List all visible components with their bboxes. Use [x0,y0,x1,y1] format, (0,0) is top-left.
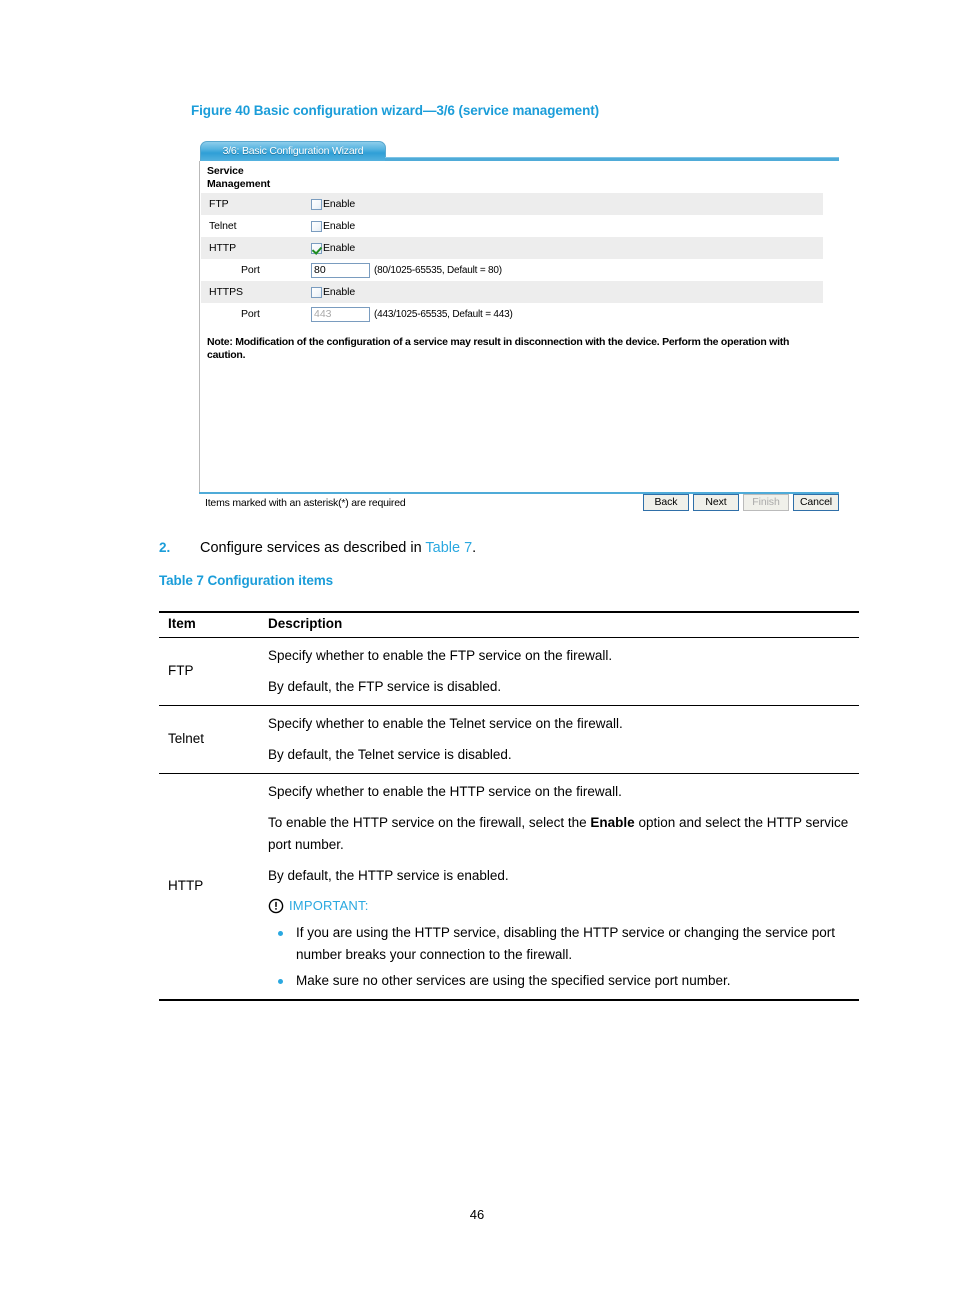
row-description-telnet: Specify whether to enable the Telnet ser… [264,705,859,774]
http-desc-line-3: By default, the HTTP service is enabled. [268,867,509,883]
http-port-input[interactable] [311,262,370,278]
wizard-footer: Items marked with an asterisk(*) are req… [199,494,839,514]
http-enable-label: Enable [323,242,356,254]
table-header-row: Item Description [159,611,859,638]
column-header-item: Item [159,611,264,638]
next-button[interactable]: Next [693,494,739,511]
step-xref-table-7[interactable]: Table 7 [425,540,472,556]
form-row-ftp: FTP Enable [201,193,823,215]
row-label-telnet: Telnet [209,220,237,232]
table-row: FTP Specify whether to enable the FTP se… [159,637,859,706]
row-control-http-port: (80/1025-65535, Default = 80) [311,262,502,278]
form-row-https: HTTPS Enable [201,281,823,303]
row-control-https: Enable [311,286,355,298]
section-title-service-management: Service Management [207,165,271,190]
table-head: Item Description [159,611,859,638]
configuration-items-table: Item Description FTP Specify whether to … [159,611,859,1001]
figure-caption: Figure 40 Basic configuration wizard—3/6… [191,103,600,118]
row-control-telnet: Enable [311,220,355,232]
page-number: 46 [469,1207,485,1222]
wizard-tab-strip: 3/6: Basic Configuration Wizard [199,139,839,162]
row-control-ftp: Enable [311,198,355,210]
step-text-before: Configure services as described in [200,540,426,556]
row-label-https: HTTPS [209,286,243,298]
http-desc-line-2: To enable the HTTP service on the firewa… [268,812,855,857]
form-row-https-port: Port (443/1025-65535, Default = 443) [201,303,823,325]
row-label-ftp: FTP [209,198,229,210]
form-row-telnet: Telnet Enable [201,215,823,237]
important-bullet-list: If you are using the HTTP service, disab… [268,922,855,993]
row-description-ftp: Specify whether to enable the FTP servic… [264,637,859,706]
row-control-http: Enable [311,242,355,254]
ftp-desc-line-2: By default, the FTP service is disabled. [268,678,502,694]
row-control-https-port: (443/1025-65535, Default = 443) [311,306,513,322]
http-desc-line-1: Specify whether to enable the HTTP servi… [268,784,622,799]
row-description-http: Specify whether to enable the HTTP servi… [264,773,859,1001]
step-text-after: . [472,540,477,556]
form-row-http: HTTP Enable [201,237,823,259]
cancel-button[interactable]: Cancel [793,494,839,511]
form-row-http-port: Port (80/1025-65535, Default = 80) [201,259,823,281]
wizard-button-group: Back Next Finish Cancel [643,494,839,511]
ftp-desc-line-1: Specify whether to enable the FTP servic… [268,648,613,663]
table-caption: Table 7 Configuration items [159,573,334,588]
http-enable-checkbox[interactable] [311,242,322,254]
column-header-description: Description [264,611,859,638]
step-number: 2. [159,540,171,555]
telnet-enable-checkbox[interactable] [311,220,322,232]
https-port-input[interactable] [311,306,370,322]
important-label: IMPORTANT: [289,898,369,913]
row-item-telnet: Telnet [159,705,264,774]
ftp-enable-label: Enable [323,198,356,210]
http-desc-before-bold: To enable the HTTP service on the firewa… [268,814,591,830]
step-text: Configure services as described in Table… [200,538,476,558]
finish-button: Finish [743,494,789,511]
row-item-http: HTTP [159,773,264,1001]
table-row: Telnet Specify whether to enable the Tel… [159,705,859,774]
http-desc-bold-enable: Enable [590,814,635,830]
http-port-hint: (80/1025-65535, Default = 80) [374,264,502,276]
https-port-hint: (443/1025-65535, Default = 443) [374,308,513,320]
back-button[interactable]: Back [643,494,689,511]
tab-basic-configuration-wizard[interactable]: 3/6: Basic Configuration Wizard [200,141,386,161]
required-items-note: Items marked with an asterisk(*) are req… [205,497,406,509]
exclamation-circle-icon [268,898,284,914]
list-item: If you are using the HTTP service, disab… [268,922,855,967]
https-enable-label: Enable [323,286,356,298]
telnet-enable-label: Enable [323,220,356,232]
telnet-desc-line-1: Specify whether to enable the Telnet ser… [268,716,623,731]
wizard-note: Note: Modification of the configuration … [207,336,790,361]
row-item-ftp: FTP [159,637,264,706]
service-form-rows: FTP Enable Telnet Enable HTTP Enable Por… [201,193,823,325]
ftp-enable-checkbox[interactable] [311,198,322,210]
table-row: HTTP Specify whether to enable the HTTP … [159,773,859,1001]
https-enable-checkbox[interactable] [311,286,322,298]
telnet-desc-line-2: By default, the Telnet service is disabl… [268,746,512,762]
wizard-screenshot: 3/6: Basic Configuration Wizard Service … [199,139,839,514]
row-label-http-port: Port [241,264,260,276]
row-label-http: HTTP [209,242,237,254]
row-label-https-port: Port [241,308,260,320]
table-body: FTP Specify whether to enable the FTP se… [159,637,859,1001]
important-callout-header: IMPORTANT: [268,895,855,918]
wizard-body: Service Management FTP Enable Telnet Ena… [199,161,839,492]
list-item: Make sure no other services are using th… [268,970,855,993]
